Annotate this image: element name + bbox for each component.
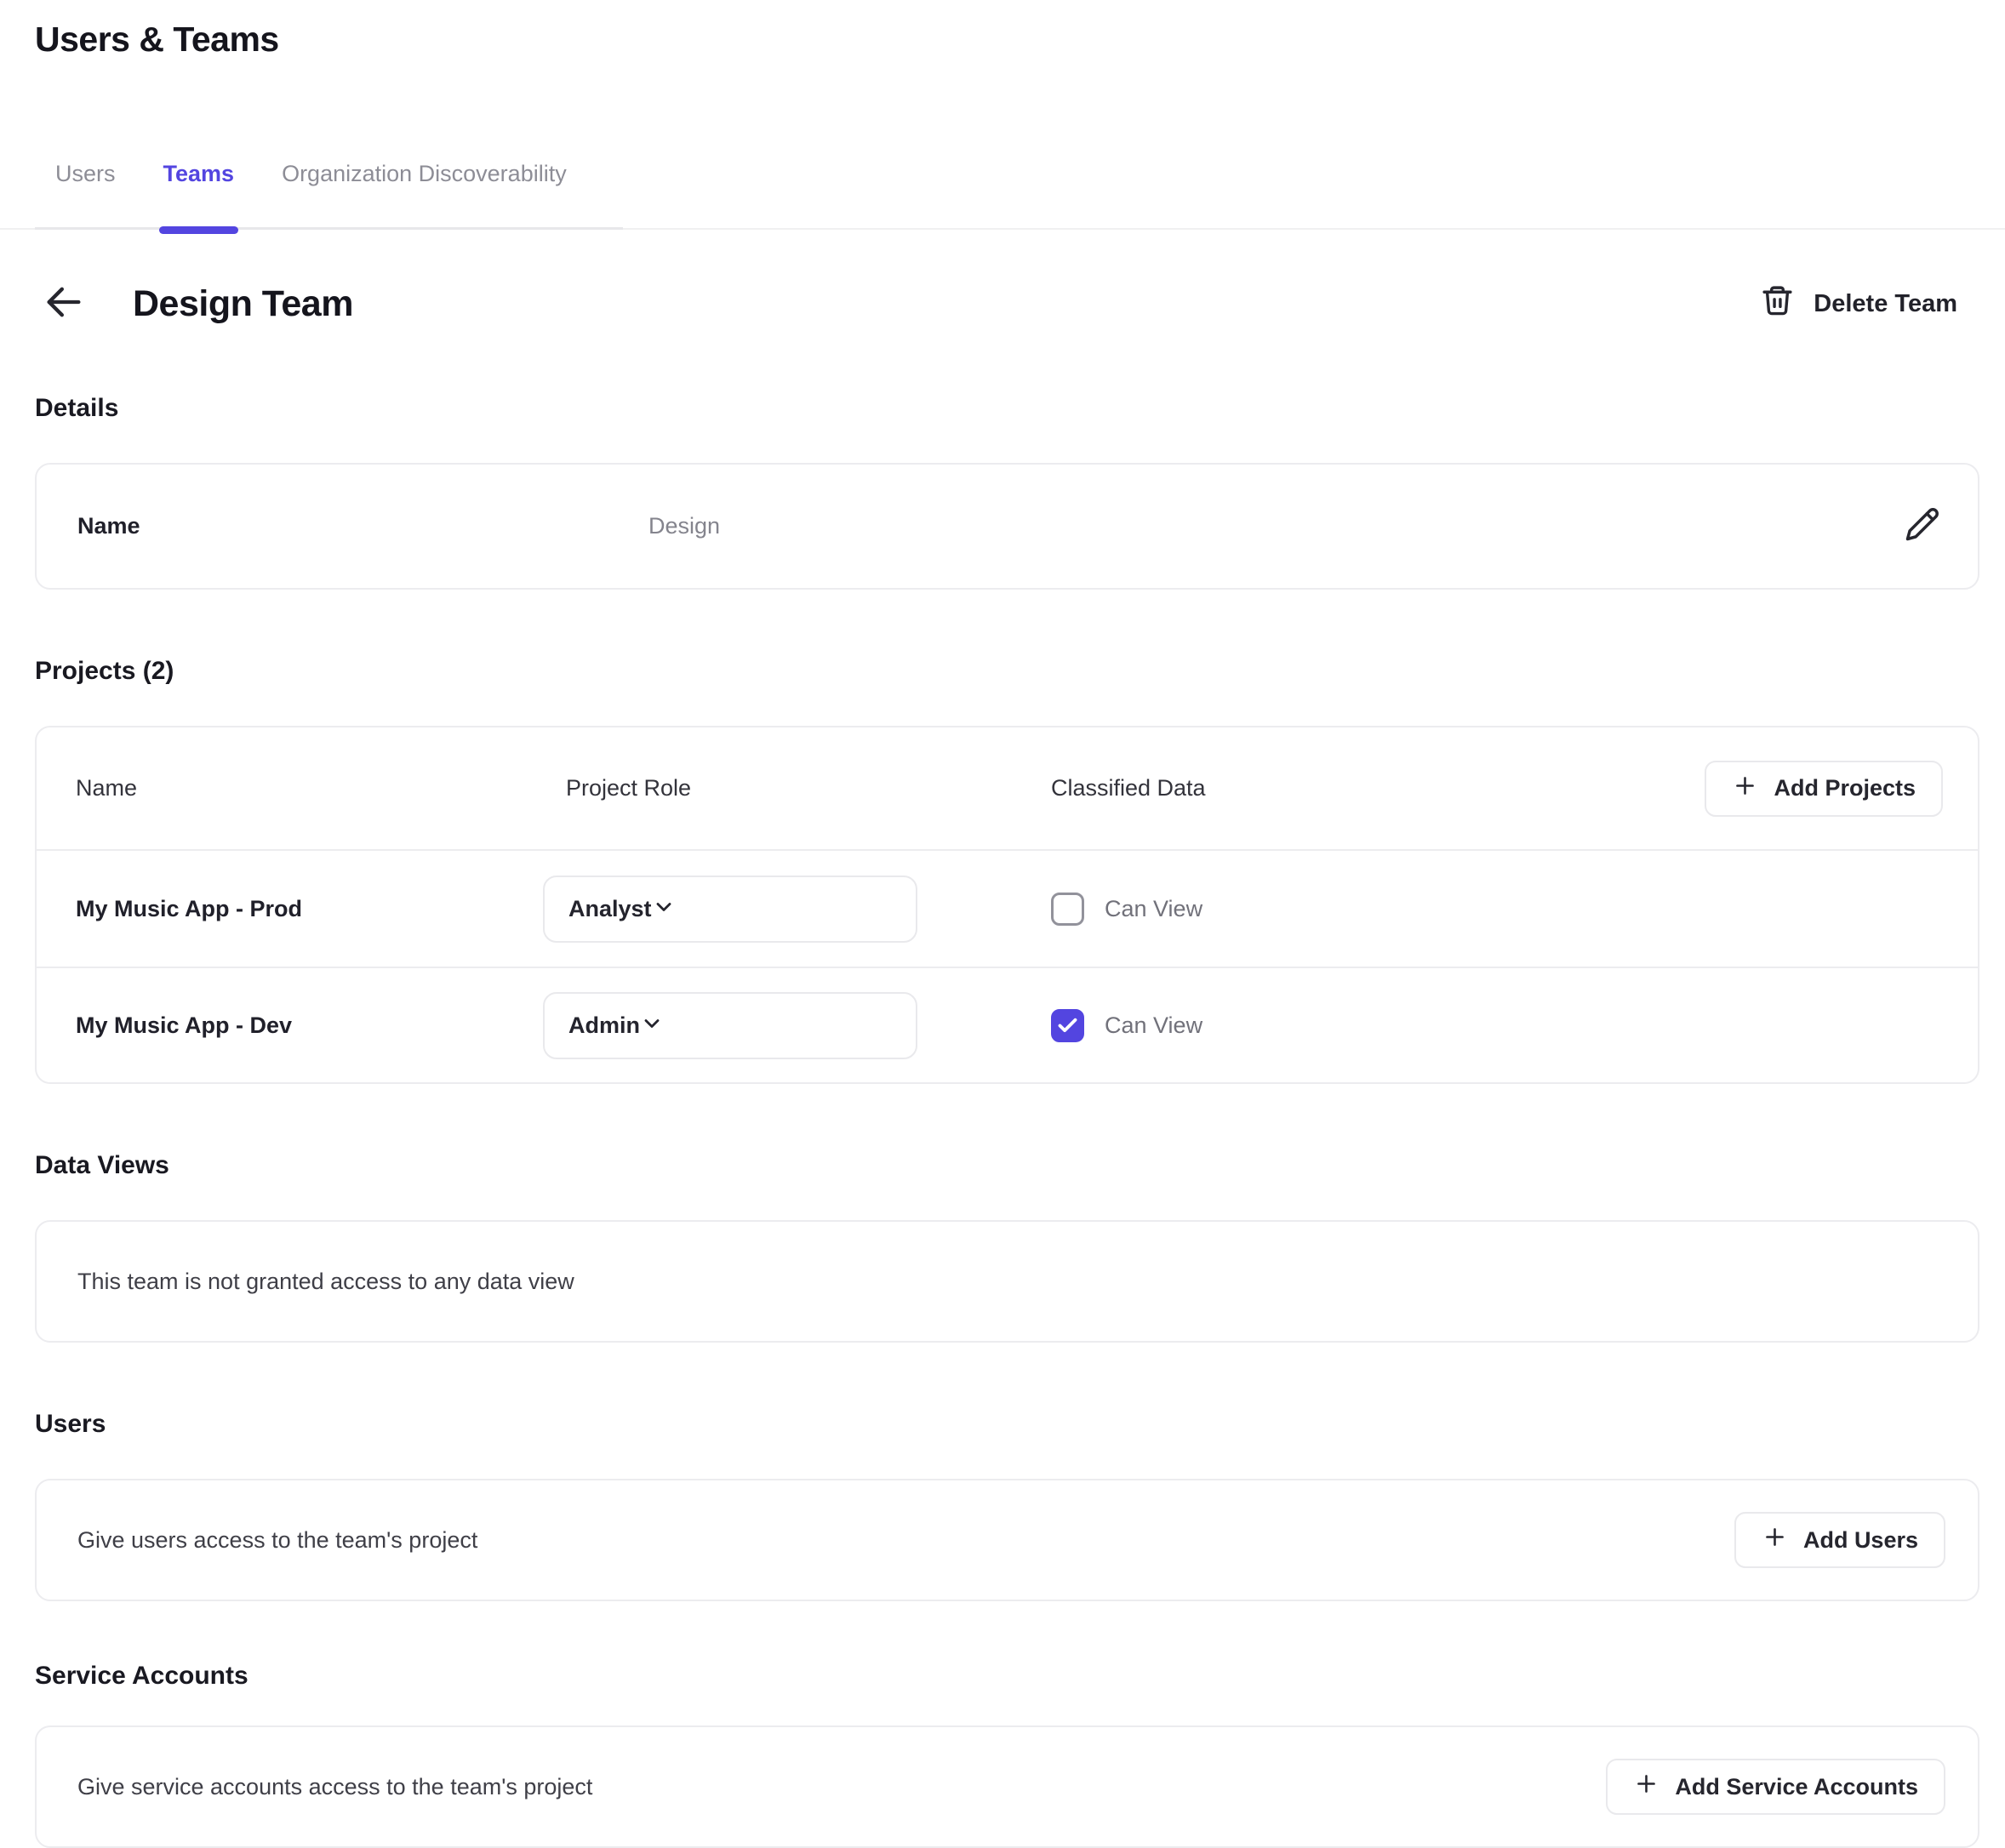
- add-projects-label: Add Projects: [1774, 775, 1916, 801]
- chevron-down-icon: [652, 895, 676, 923]
- details-heading: Details: [35, 393, 1979, 424]
- tab-users[interactable]: Users: [55, 160, 116, 187]
- service-accounts-heading: Service Accounts: [35, 1661, 1979, 1691]
- page-title: Users & Teams: [35, 19, 1979, 60]
- data-views-section: Data Views This team is not granted acce…: [35, 1150, 1979, 1343]
- trash-icon: [1760, 283, 1795, 325]
- project-name: My Music App - Prod: [37, 896, 543, 922]
- pencil-icon: [1905, 506, 1940, 546]
- users-and-teams-page: Users & Teams Users Teams Organization D…: [0, 0, 2005, 1848]
- details-card: Name Design: [35, 463, 1979, 590]
- back-button[interactable]: [41, 281, 87, 327]
- arrow-left-icon: [42, 280, 86, 328]
- check-icon: [1056, 1014, 1079, 1037]
- add-projects-button[interactable]: Add Projects: [1705, 761, 1943, 817]
- add-users-button[interactable]: Add Users: [1734, 1512, 1945, 1568]
- can-view-label: Can View: [1105, 1012, 1202, 1039]
- project-role-value: Admin: [568, 1012, 640, 1039]
- project-row-prod: My Music App - Prod Analyst Can View: [37, 851, 1978, 967]
- users-heading: Users: [35, 1409, 1979, 1440]
- can-view-checkbox-dev[interactable]: [1051, 1009, 1084, 1042]
- users-empty-message: Give users access to the team's project: [77, 1527, 1734, 1554]
- tab-organization-discoverability[interactable]: Organization Discoverability: [282, 160, 567, 187]
- tabs: Users Teams Organization Discoverability: [35, 160, 623, 230]
- delete-team-button[interactable]: Delete Team: [1760, 283, 1957, 325]
- add-service-accounts-label: Add Service Accounts: [1675, 1774, 1918, 1800]
- edit-name-button[interactable]: [1905, 506, 1940, 546]
- data-views-empty-message: This team is not granted access to any d…: [77, 1269, 1945, 1295]
- users-section: Users Give users access to the team's pr…: [35, 1409, 1979, 1601]
- projects-table-header: Name Project Role Classified Data Add Pr…: [37, 727, 1978, 851]
- can-view-label: Can View: [1105, 896, 1202, 922]
- project-role-select-dev[interactable]: Admin: [543, 992, 917, 1059]
- team-name-label: Name: [77, 513, 648, 539]
- plus-icon: [1762, 1524, 1788, 1556]
- team-name-value: Design: [648, 513, 1905, 539]
- data-views-card: This team is not granted access to any d…: [35, 1220, 1979, 1343]
- users-card: Give users access to the team's project …: [35, 1479, 1979, 1601]
- column-header-name: Name: [37, 775, 543, 801]
- tab-bar: Users Teams Organization Discoverability: [35, 160, 1979, 230]
- add-users-label: Add Users: [1803, 1527, 1918, 1554]
- projects-table: Name Project Role Classified Data Add Pr…: [35, 726, 1979, 1084]
- projects-heading: Projects (2): [35, 656, 1979, 687]
- add-service-accounts-button[interactable]: Add Service Accounts: [1606, 1759, 1945, 1815]
- column-header-project-role: Project Role: [543, 775, 1051, 801]
- plus-icon: [1732, 773, 1758, 805]
- details-section: Details Name Design: [35, 393, 1979, 590]
- service-accounts-empty-message: Give service accounts access to the team…: [77, 1774, 1606, 1800]
- column-header-classified-data: Classified Data: [1051, 775, 1705, 801]
- project-name: My Music App - Dev: [37, 1012, 543, 1039]
- plus-icon: [1633, 1771, 1659, 1803]
- project-role-value: Analyst: [568, 896, 652, 922]
- project-role-select-prod[interactable]: Analyst: [543, 876, 917, 943]
- team-title: Design Team: [133, 282, 353, 326]
- chevron-down-icon: [640, 1012, 664, 1040]
- project-row-dev: My Music App - Dev Admin Can View: [37, 967, 1978, 1082]
- delete-team-label: Delete Team: [1814, 290, 1957, 318]
- service-accounts-section: Service Accounts Give service accounts a…: [35, 1661, 1979, 1848]
- can-view-checkbox-prod[interactable]: [1051, 893, 1084, 926]
- tab-teams[interactable]: Teams: [163, 160, 235, 187]
- projects-section: Projects (2) Name Project Role Classifie…: [35, 656, 1979, 1084]
- service-accounts-card: Give service accounts access to the team…: [35, 1725, 1979, 1848]
- team-header: Design Team Delete Team: [35, 281, 1979, 327]
- data-views-heading: Data Views: [35, 1150, 1979, 1181]
